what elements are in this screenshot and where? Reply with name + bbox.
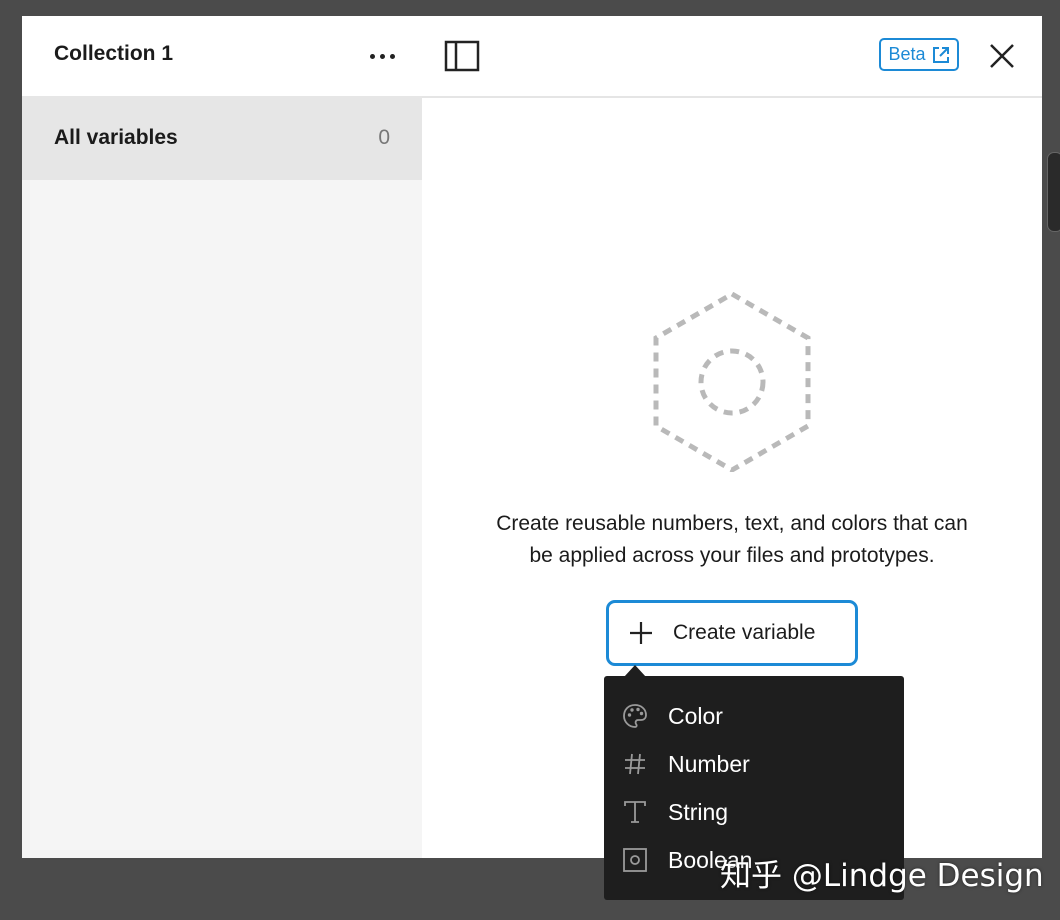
scrollbar-thumb[interactable] [1047,152,1060,232]
beta-label: Beta [888,44,926,64]
watermark: 知乎 @Lindge Design [720,858,1044,894]
description-line-2: be applied across your files and prototy… [529,544,935,567]
main-header: Beta [422,16,1042,98]
more-icon-dot [389,53,395,59]
hash-icon [625,753,645,775]
beta-badge-button[interactable]: Beta [879,38,959,71]
create-variable-button[interactable]: Create variable [606,600,858,666]
external-link-icon [932,46,949,63]
text-icon [624,801,646,823]
description-line-1: Create reusable numbers, text, and color… [496,512,968,535]
variables-empty-icon [653,292,811,472]
menu-item-string[interactable]: String [604,787,904,835]
empty-state-description: Create reusable numbers, text, and color… [422,508,1042,572]
more-options-button[interactable] [360,38,404,74]
sidebar-header: Collection 1 [22,16,422,96]
menu-item-number[interactable]: Number [604,739,904,787]
boolean-icon [623,848,647,872]
more-icon-dot [379,53,385,59]
menu-item-label: Number [668,751,750,777]
create-variable-label: Create variable [673,621,816,644]
plus-icon [630,622,652,644]
sidebar-item-label: All variables [54,126,178,149]
more-icon [369,53,375,59]
sidebar: Collection 1 All variables 0 [22,16,422,858]
close-icon [990,44,1014,68]
sidebar-item-all-variables[interactable]: All variables 0 [22,96,422,180]
menu-item-label: Color [668,703,723,729]
sidebar-toggle-icon [444,40,480,72]
close-button[interactable] [988,42,1016,70]
variable-count: 0 [378,126,390,149]
collection-title[interactable]: Collection 1 [54,42,173,66]
menu-item-color[interactable]: Color [604,691,904,739]
palette-icon [623,704,647,728]
toggle-sidebar-button[interactable] [444,40,480,74]
menu-item-label: String [668,799,729,825]
